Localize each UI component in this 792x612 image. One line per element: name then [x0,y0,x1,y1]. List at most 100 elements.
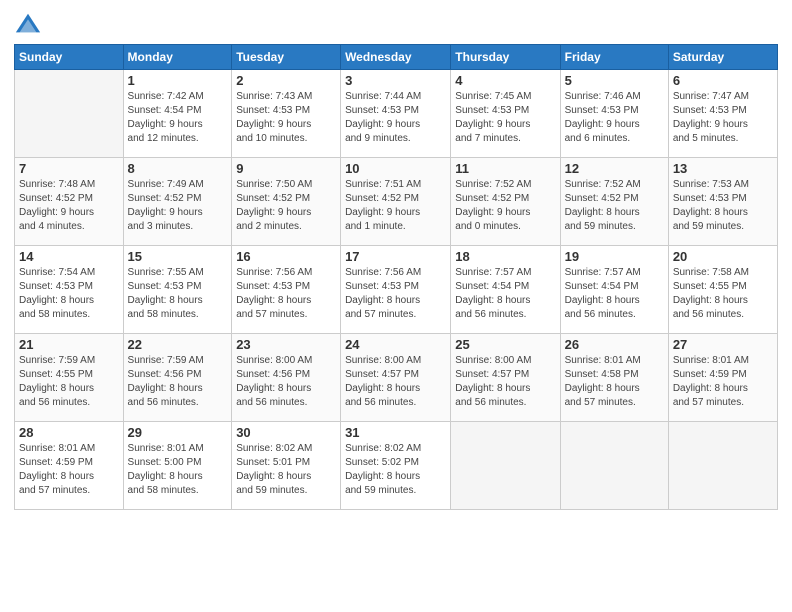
day-number: 26 [565,337,664,352]
calendar-cell [560,422,668,510]
calendar-cell: 24 Sunrise: 8:00 AM Sunset: 4:57 PM Dayli… [341,334,451,422]
day-number: 11 [455,161,555,176]
day-number: 3 [345,73,446,88]
calendar-cell: 1Sunrise: 7:42 AM Sunset: 4:54 PM Daylig… [123,70,232,158]
day-info: Sunrise: 7:59 AM Sunset: 4:55 PM Dayligh… [19,354,119,410]
day-info: Sunrise: 7:52 AM Sunset: 4:52 PM Dayligh… [565,178,664,234]
day-info: Sunrise: 8:02 AM Sunset: 5:02 PM Dayligh… [345,442,446,498]
day-number: 17 [345,249,446,264]
day-number: 18 [455,249,555,264]
day-info: Sunrise: 8:00 AM Sunset: 4:57 PM Dayligh… [455,354,555,410]
day-number: 27 [673,337,773,352]
calendar-cell: 7 Sunrise: 7:48 AM Sunset: 4:52 PM Daylig… [15,158,124,246]
day-info: Sunrise: 7:57 AM Sunset: 4:54 PM Dayligh… [455,266,555,322]
day-number: 19 [565,249,664,264]
day-number: 14 [19,249,119,264]
day-info: Sunrise: 8:01 AM Sunset: 5:00 PM Dayligh… [128,442,228,498]
day-number: 2 [236,73,336,88]
day-number: 29 [128,425,228,440]
calendar-cell: 13 Sunrise: 7:53 AM Sunset: 4:53 PM Dayli… [668,158,777,246]
day-number: 23 [236,337,336,352]
week-row-4: 21 Sunrise: 7:59 AM Sunset: 4:55 PM Dayli… [15,334,778,422]
day-number: 28 [19,425,119,440]
calendar-cell: 6 Sunrise: 7:47 AM Sunset: 4:53 PM Daylig… [668,70,777,158]
day-info: Sunrise: 7:48 AM Sunset: 4:52 PM Dayligh… [19,178,119,234]
day-number: 30 [236,425,336,440]
day-number: 10 [345,161,446,176]
day-number: 16 [236,249,336,264]
day-number: 6 [673,73,773,88]
day-number: 8 [128,161,228,176]
calendar-cell: 2 Sunrise: 7:43 AM Sunset: 4:53 PM Daylig… [232,70,341,158]
day-info: Sunrise: 7:47 AM Sunset: 4:53 PM Dayligh… [673,90,773,146]
calendar-cell: 17 Sunrise: 7:56 AM Sunset: 4:53 PM Dayli… [341,246,451,334]
logo-icon [14,10,42,38]
day-number: 9 [236,161,336,176]
calendar-cell: 9 Sunrise: 7:50 AM Sunset: 4:52 PM Daylig… [232,158,341,246]
day-info: Sunrise: 7:56 AM Sunset: 4:53 PM Dayligh… [236,266,336,322]
calendar-cell [451,422,560,510]
day-info: Sunrise: 7:55 AM Sunset: 4:53 PM Dayligh… [128,266,228,322]
calendar-cell: 29 Sunrise: 8:01 AM Sunset: 5:00 PM Dayli… [123,422,232,510]
calendar-container: SundayMondayTuesdayWednesdayThursdayFrid… [0,0,792,612]
day-header-wednesday: Wednesday [341,45,451,70]
day-number: 7 [19,161,119,176]
calendar-cell: 3 Sunrise: 7:44 AM Sunset: 4:53 PM Daylig… [341,70,451,158]
calendar-cell: 19Sunrise: 7:57 AM Sunset: 4:54 PM Dayli… [560,246,668,334]
day-info: Sunrise: 7:43 AM Sunset: 4:53 PM Dayligh… [236,90,336,146]
week-row-5: 28 Sunrise: 8:01 AM Sunset: 4:59 PM Dayli… [15,422,778,510]
header-row [14,10,778,38]
day-info: Sunrise: 7:49 AM Sunset: 4:52 PM Dayligh… [128,178,228,234]
day-info: Sunrise: 7:50 AM Sunset: 4:52 PM Dayligh… [236,178,336,234]
day-number: 24 [345,337,446,352]
day-info: Sunrise: 7:53 AM Sunset: 4:53 PM Dayligh… [673,178,773,234]
day-number: 22 [128,337,228,352]
day-info: Sunrise: 7:59 AM Sunset: 4:56 PM Dayligh… [128,354,228,410]
day-info: Sunrise: 8:00 AM Sunset: 4:57 PM Dayligh… [345,354,446,410]
day-header-saturday: Saturday [668,45,777,70]
day-number: 15 [128,249,228,264]
day-info: Sunrise: 7:58 AM Sunset: 4:55 PM Dayligh… [673,266,773,322]
calendar-cell: 31 Sunrise: 8:02 AM Sunset: 5:02 PM Dayli… [341,422,451,510]
day-number: 25 [455,337,555,352]
day-number: 4 [455,73,555,88]
day-info: Sunrise: 7:51 AM Sunset: 4:52 PM Dayligh… [345,178,446,234]
day-info: Sunrise: 8:00 AM Sunset: 4:56 PM Dayligh… [236,354,336,410]
day-header-monday: Monday [123,45,232,70]
calendar-cell: 15 Sunrise: 7:55 AM Sunset: 4:53 PM Dayli… [123,246,232,334]
calendar-cell: 21 Sunrise: 7:59 AM Sunset: 4:55 PM Dayli… [15,334,124,422]
calendar-cell: 16 Sunrise: 7:56 AM Sunset: 4:53 PM Dayli… [232,246,341,334]
day-info: Sunrise: 7:44 AM Sunset: 4:53 PM Dayligh… [345,90,446,146]
calendar-cell: 12 Sunrise: 7:52 AM Sunset: 4:52 PM Dayli… [560,158,668,246]
day-info: Sunrise: 7:56 AM Sunset: 4:53 PM Dayligh… [345,266,446,322]
day-number: 31 [345,425,446,440]
day-info: Sunrise: 7:54 AM Sunset: 4:53 PM Dayligh… [19,266,119,322]
calendar-cell [668,422,777,510]
calendar-cell [15,70,124,158]
calendar-cell: 30Sunrise: 8:02 AM Sunset: 5:01 PM Dayli… [232,422,341,510]
calendar-cell: 23 Sunrise: 8:00 AM Sunset: 4:56 PM Dayli… [232,334,341,422]
calendar-cell: 26 Sunrise: 8:01 AM Sunset: 4:58 PM Dayli… [560,334,668,422]
logo [14,10,46,38]
day-info: Sunrise: 8:01 AM Sunset: 4:58 PM Dayligh… [565,354,664,410]
day-info: Sunrise: 7:52 AM Sunset: 4:52 PM Dayligh… [455,178,555,234]
week-row-3: 14 Sunrise: 7:54 AM Sunset: 4:53 PM Dayli… [15,246,778,334]
calendar-cell: 18 Sunrise: 7:57 AM Sunset: 4:54 PM Dayli… [451,246,560,334]
calendar-cell: 20Sunrise: 7:58 AM Sunset: 4:55 PM Dayli… [668,246,777,334]
day-number: 21 [19,337,119,352]
week-row-1: 1Sunrise: 7:42 AM Sunset: 4:54 PM Daylig… [15,70,778,158]
day-info: Sunrise: 8:01 AM Sunset: 4:59 PM Dayligh… [19,442,119,498]
day-info: Sunrise: 7:45 AM Sunset: 4:53 PM Dayligh… [455,90,555,146]
day-number: 12 [565,161,664,176]
day-header-friday: Friday [560,45,668,70]
calendar-cell: 4 Sunrise: 7:45 AM Sunset: 4:53 PM Daylig… [451,70,560,158]
calendar-cell: 10 Sunrise: 7:51 AM Sunset: 4:52 PM Dayli… [341,158,451,246]
calendar-cell: 5Sunrise: 7:46 AM Sunset: 4:53 PM Daylig… [560,70,668,158]
day-header-tuesday: Tuesday [232,45,341,70]
day-number: 13 [673,161,773,176]
calendar-table: SundayMondayTuesdayWednesdayThursdayFrid… [14,44,778,510]
calendar-cell: 8 Sunrise: 7:49 AM Sunset: 4:52 PM Daylig… [123,158,232,246]
day-header-thursday: Thursday [451,45,560,70]
calendar-cell: 28 Sunrise: 8:01 AM Sunset: 4:59 PM Dayli… [15,422,124,510]
calendar-cell: 11 Sunrise: 7:52 AM Sunset: 4:52 PM Dayli… [451,158,560,246]
